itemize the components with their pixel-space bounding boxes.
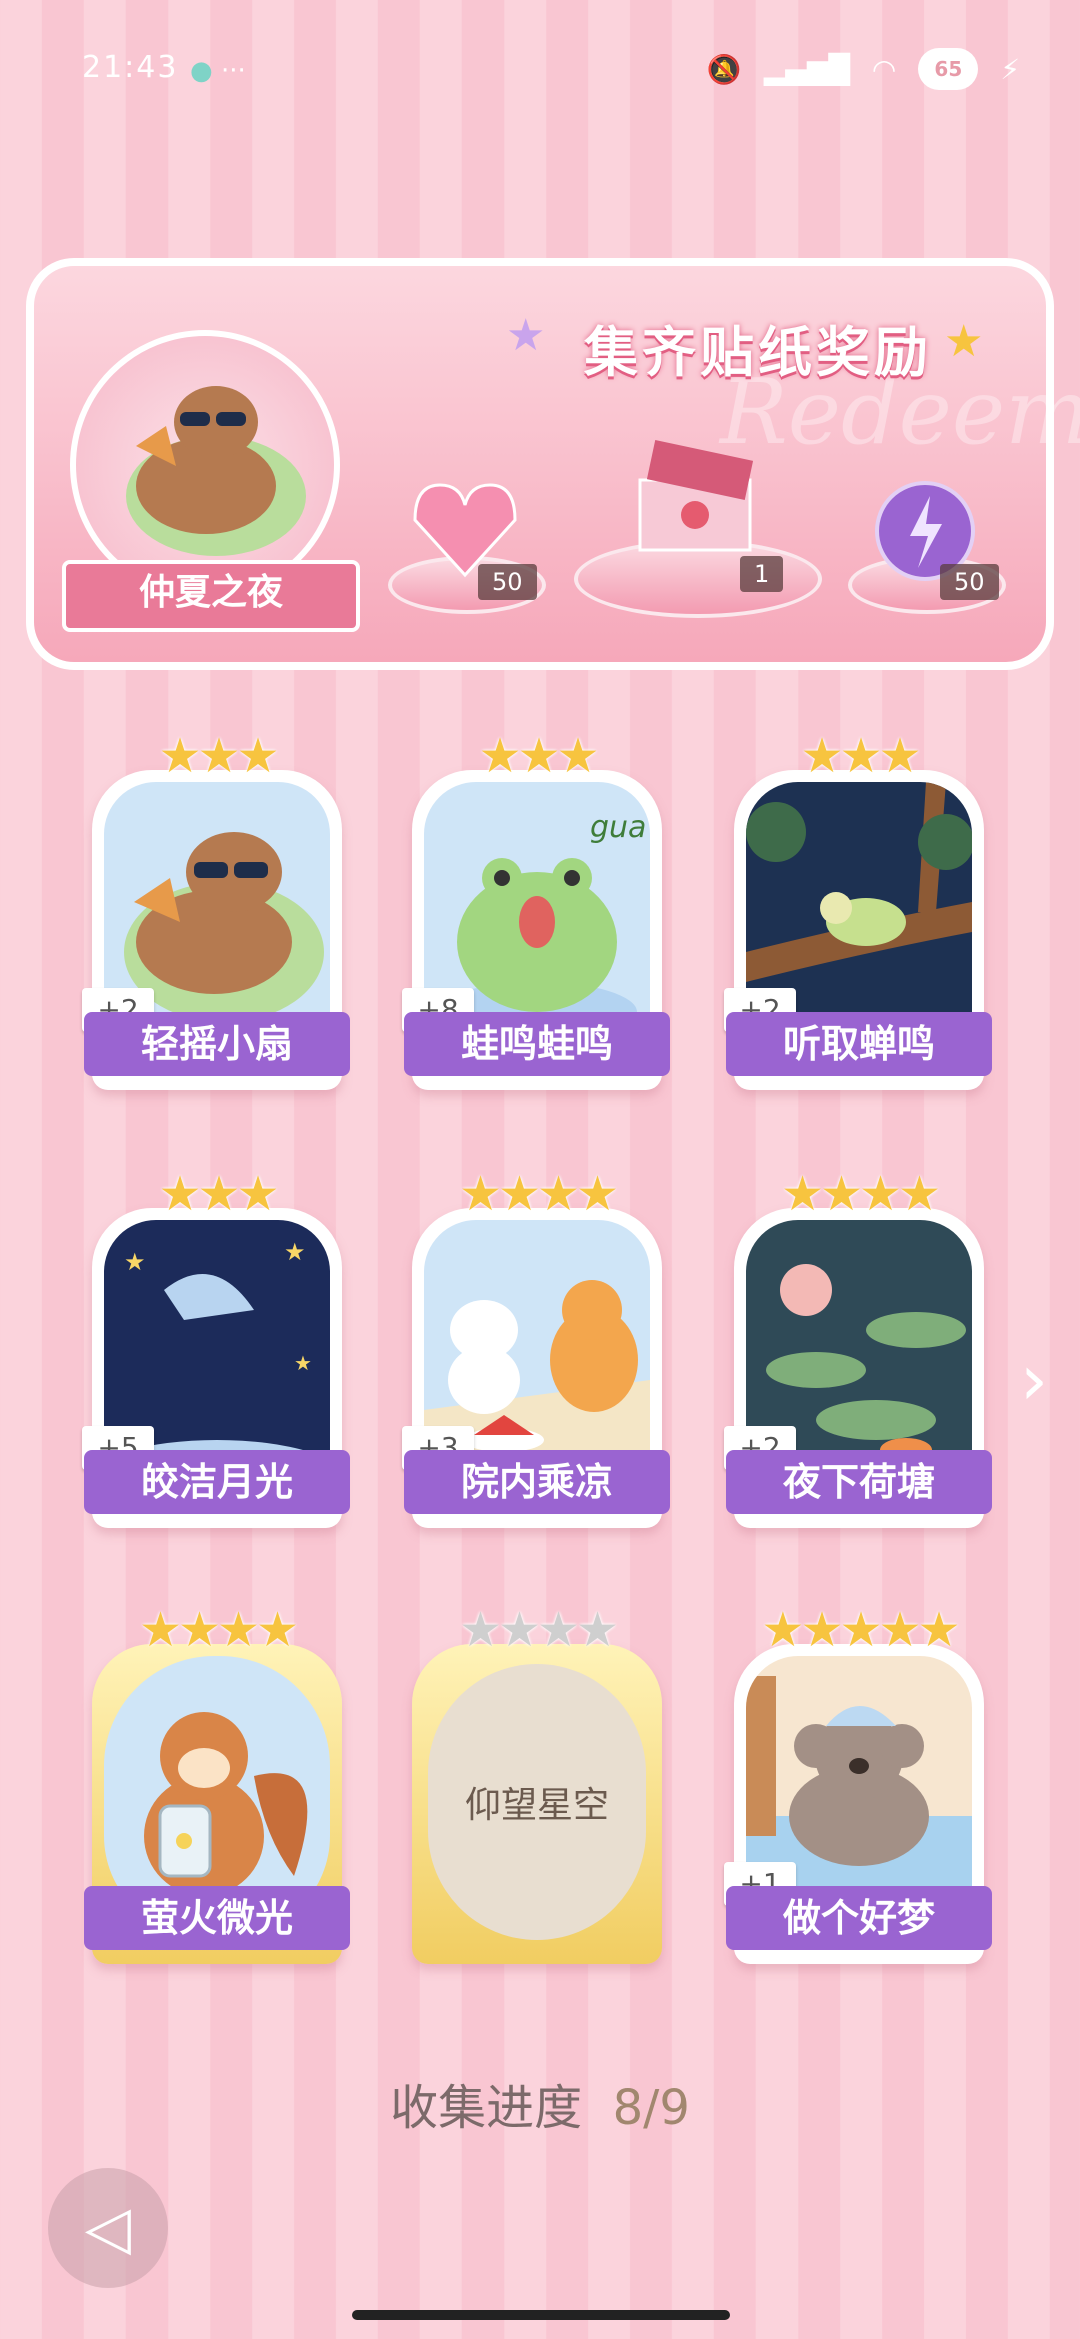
locked-sticker-name: 仰望星空	[464, 1785, 609, 1826]
progress-value: 8/9	[612, 2080, 690, 2136]
album-name: 仲夏之夜	[62, 560, 360, 632]
locked-slot: 仰望星空	[428, 1664, 646, 1940]
sticker-card-locked[interactable]: 仰望星空 ★★★★	[412, 1602, 662, 1964]
svg-text:★: ★	[284, 1238, 306, 1266]
battery-indicator: 65	[918, 48, 979, 90]
sticker-card[interactable]: ★★★★ +2 夜下荷塘	[724, 1166, 992, 1528]
sticker-name: 做个好梦	[726, 1886, 992, 1950]
status-bar: 21:43 ● ··· 🔕 ▂▄▆█ ◠ 65 ⚡	[0, 0, 1080, 120]
sticker-name: 轻摇小扇	[84, 1012, 350, 1076]
back-button[interactable]: ◁	[48, 2168, 168, 2288]
charging-icon: ⚡	[1000, 52, 1020, 86]
sticker-name: 萤火微光	[84, 1886, 350, 1950]
next-page-arrow-icon[interactable]: ›	[1008, 1340, 1060, 1420]
status-time: 21:43	[82, 50, 179, 85]
gold-star-icon: ★	[944, 316, 984, 367]
sticker-name: 院内乘凉	[404, 1450, 670, 1514]
frog-sound-text: gua	[590, 810, 647, 845]
status-notification-icons: ● ···	[190, 56, 246, 86]
back-arrow-icon: ◁	[84, 2193, 132, 2263]
status-right-icons: 🔕 ▂▄▆█ ◠ 65 ⚡	[707, 48, 1020, 90]
sticker-frame: 仰望星空	[412, 1644, 662, 1964]
rarity-stars: ★★★	[800, 728, 921, 784]
sticker-card[interactable]: ★★★ +2 轻摇小扇	[82, 728, 350, 1090]
collection-progress: 收集进度 8/9	[0, 2068, 1080, 2138]
rarity-stars: ★★★★	[458, 1166, 619, 1222]
reward-count: 1	[740, 556, 784, 592]
wifi-icon: ◠	[871, 52, 897, 86]
signal-icon: ▂▄▆█	[763, 52, 850, 86]
sticker-card[interactable]: ★★★★ 萤火微光	[84, 1602, 350, 1964]
banner-title: 集齐贴纸奖励	[584, 321, 932, 384]
sticker-name: 蛙鸣蛙鸣	[404, 1012, 670, 1076]
reward-count: 50	[478, 564, 537, 600]
purple-star-icon: ★	[506, 310, 546, 361]
sticker-card[interactable]: ★★★★ +3 院内乘凉	[402, 1166, 670, 1528]
svg-text:★: ★	[124, 1248, 146, 1276]
gift-box-icon	[620, 440, 770, 574]
sticker-card[interactable]: ★ ★ ★ ★★★ +5 皎洁月光	[82, 1166, 350, 1528]
progress-label: 收集进度	[390, 2080, 583, 2136]
sticker-name: 听取蝉鸣	[726, 1012, 992, 1076]
sticker-card[interactable]: gua ★★★ +8 蛙鸣蛙鸣	[402, 728, 670, 1090]
rarity-stars: ★★★★★	[761, 1602, 960, 1658]
rarity-stars-locked: ★★★★	[458, 1602, 619, 1658]
rarity-stars: ★★★	[158, 1166, 279, 1222]
sticker-name: 夜下荷塘	[726, 1450, 992, 1514]
mute-icon: 🔕	[706, 52, 742, 86]
svg-text:★: ★	[294, 1351, 312, 1375]
sticker-name: 皎洁月光	[84, 1450, 350, 1514]
rarity-stars: ★★★	[158, 728, 279, 784]
rarity-stars: ★★★★	[780, 1166, 941, 1222]
home-indicator[interactable]	[352, 2310, 730, 2320]
sticker-card[interactable]: ★★★★★ +1 做个好梦	[724, 1602, 992, 1964]
sticker-card[interactable]: ★★★ +2 听取蝉鸣	[724, 728, 992, 1090]
reward-count: 50	[940, 564, 999, 600]
rarity-stars: ★★★★	[138, 1602, 299, 1658]
rarity-stars: ★★★	[478, 728, 599, 784]
